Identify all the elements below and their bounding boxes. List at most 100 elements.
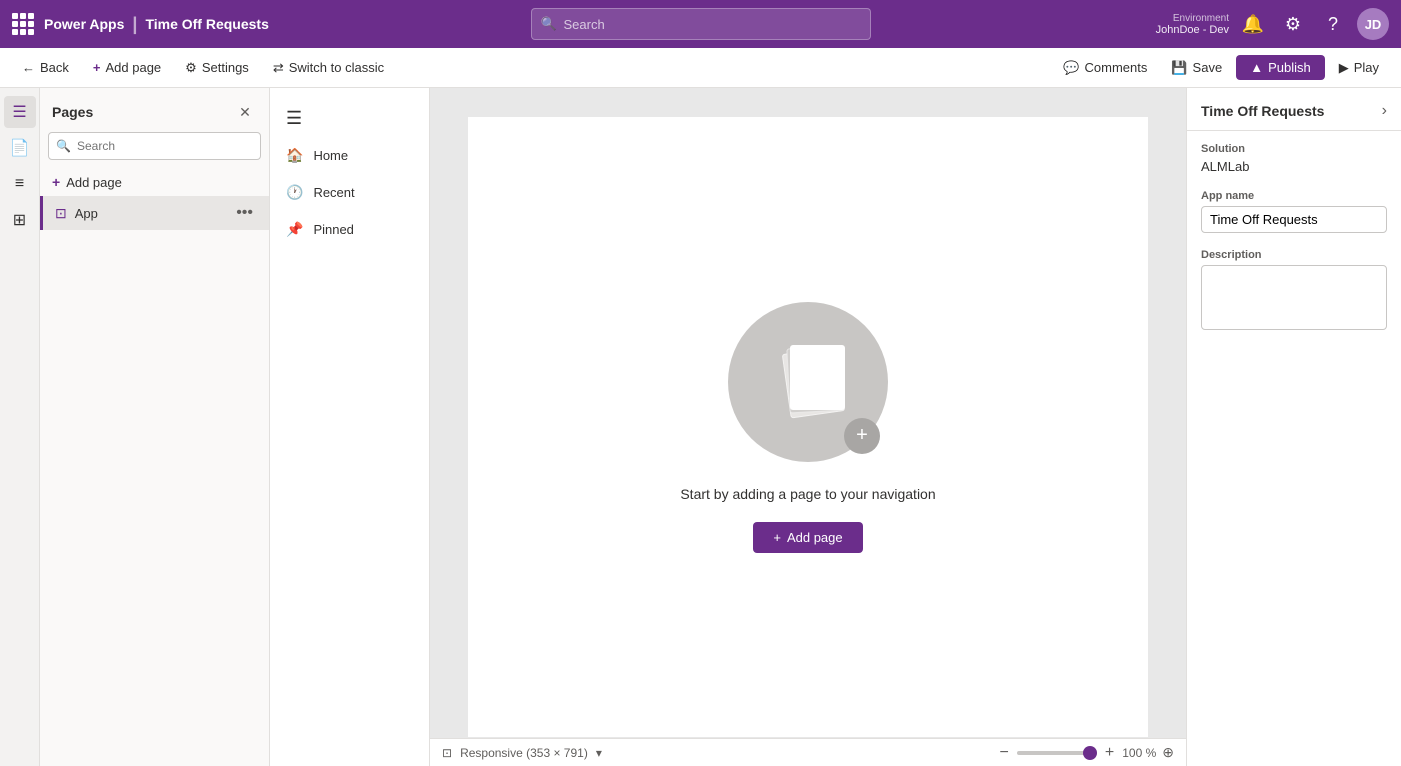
description-field-group: Description bbox=[1201, 249, 1387, 333]
solution-label: Solution bbox=[1201, 143, 1387, 155]
pages-close-button[interactable]: ✕ bbox=[233, 100, 257, 124]
toolbar: ← Back + Add page ⚙ Settings ⇄ Switch to… bbox=[0, 48, 1401, 88]
comments-label: Comments bbox=[1085, 60, 1148, 75]
app-logo: Power Apps | Time Off Requests bbox=[12, 13, 269, 35]
canvas-empty-illustration: ✦ ✦ ✦ ✦ + bbox=[728, 302, 888, 462]
pages-search-container: 🔍 bbox=[48, 132, 261, 160]
nav-item-pinned[interactable]: 📌 Pinned bbox=[270, 211, 429, 248]
switch-icon: ⇄ bbox=[273, 60, 284, 76]
responsive-label: Responsive (353 × 791) bbox=[460, 746, 588, 760]
pages-search-input[interactable] bbox=[48, 132, 261, 160]
top-nav: Power Apps | Time Off Requests 🔍 Environ… bbox=[0, 0, 1401, 48]
add-page-toolbar-button[interactable]: + Add page bbox=[83, 56, 171, 79]
pages-panel: Pages ✕ 🔍 + Add page ⊡ App ••• bbox=[40, 88, 270, 766]
add-icon: + bbox=[93, 60, 101, 75]
right-panel-body: Solution ALMLab App name Description bbox=[1187, 131, 1401, 361]
publish-button[interactable]: ▲ Publish bbox=[1236, 55, 1325, 80]
help-button[interactable]: ? bbox=[1317, 8, 1349, 40]
solution-field-group: Solution ALMLab bbox=[1201, 143, 1387, 174]
right-panel-header: Time Off Requests › bbox=[1187, 88, 1401, 131]
zoom-controls: − + 100 % ⊕ bbox=[998, 744, 1174, 762]
zoom-thumb bbox=[1083, 746, 1097, 760]
settings-icon: ⚙ bbox=[185, 60, 197, 76]
nav-preview: ☰ 🏠 Home 🕐 Recent 📌 Pinned bbox=[270, 88, 430, 766]
comments-icon: 💬 bbox=[1063, 60, 1079, 76]
nav-item-pinned-label: Pinned bbox=[313, 222, 353, 237]
page-item-more-button[interactable]: ••• bbox=[232, 202, 257, 224]
top-nav-right: Environment JohnDoe - Dev 🔔 ⚙ ? JD bbox=[1156, 8, 1389, 40]
canvas-empty-text: Start by adding a page to your navigatio… bbox=[680, 486, 935, 502]
toolbar-right: 💬 Comments 💾 Save ▲ Publish ▶ Play bbox=[1053, 55, 1389, 81]
notification-button[interactable]: 🔔 bbox=[1237, 8, 1269, 40]
canvas-add-page-button[interactable]: + Add page bbox=[753, 522, 862, 553]
pinned-icon: 📌 bbox=[286, 221, 303, 238]
nav-item-home[interactable]: 🏠 Home bbox=[270, 137, 429, 174]
sidebar-list-icon[interactable]: ≡ bbox=[4, 168, 36, 200]
nav-item-recent-label: Recent bbox=[313, 185, 354, 200]
app-name-input[interactable] bbox=[1201, 206, 1387, 233]
back-label: Back bbox=[40, 60, 69, 75]
publish-icon: ▲ bbox=[1250, 60, 1263, 75]
recent-icon: 🕐 bbox=[286, 184, 303, 201]
nav-item-recent[interactable]: 🕐 Recent bbox=[270, 174, 429, 211]
play-label: Play bbox=[1354, 60, 1379, 75]
publish-label: Publish bbox=[1268, 60, 1311, 75]
right-panel-title: Time Off Requests bbox=[1201, 103, 1324, 119]
sidebar-page-icon[interactable]: 📄 bbox=[4, 132, 36, 164]
page-item-icon: ⊡ bbox=[55, 205, 67, 222]
app-name-label: Time Off Requests bbox=[145, 16, 268, 32]
pages-stack bbox=[768, 342, 848, 422]
save-button[interactable]: 💾 Save bbox=[1161, 56, 1232, 80]
responsive-chevron[interactable]: ▾ bbox=[596, 746, 602, 760]
settings-button[interactable]: ⚙ Settings bbox=[175, 56, 259, 80]
nav-hamburger[interactable]: ☰ bbox=[270, 100, 429, 137]
pages-search-icon: 🔍 bbox=[56, 139, 71, 153]
app-name-field-group: App name bbox=[1201, 190, 1387, 233]
add-page-toolbar-label: Add page bbox=[106, 60, 162, 75]
page-item-app[interactable]: ⊡ App ••• bbox=[40, 196, 269, 230]
settings-label: Settings bbox=[202, 60, 249, 75]
play-button[interactable]: ▶ Play bbox=[1329, 55, 1389, 81]
solution-value: ALMLab bbox=[1201, 159, 1387, 174]
right-panel-expand-button[interactable]: › bbox=[1382, 102, 1387, 120]
global-search-input[interactable] bbox=[531, 8, 871, 40]
app-name-field-label: App name bbox=[1201, 190, 1387, 202]
zoom-slider[interactable] bbox=[1017, 751, 1097, 755]
zoom-out-button[interactable]: − bbox=[998, 744, 1011, 762]
sidebar-pages-icon[interactable]: ☰ bbox=[4, 96, 36, 128]
play-icon: ▶ bbox=[1339, 60, 1349, 76]
search-icon: 🔍 bbox=[541, 16, 557, 32]
responsive-icon: ⊡ bbox=[442, 746, 452, 760]
environment-label: Environment bbox=[1156, 13, 1229, 24]
back-icon: ← bbox=[22, 60, 35, 75]
environment-name: JohnDoe - Dev bbox=[1156, 24, 1229, 36]
canvas-add-icon: + bbox=[773, 530, 781, 545]
zoom-in-button[interactable]: + bbox=[1103, 744, 1116, 762]
switch-label: Switch to classic bbox=[289, 60, 384, 75]
stack-page-3 bbox=[790, 345, 845, 410]
nav-item-home-label: Home bbox=[313, 148, 348, 163]
home-icon: 🏠 bbox=[286, 147, 303, 164]
page-item-label: App bbox=[75, 206, 224, 221]
add-page-panel-icon: + bbox=[52, 174, 60, 190]
description-textarea[interactable] bbox=[1201, 265, 1387, 330]
grid-icon bbox=[12, 13, 34, 35]
add-page-panel-button[interactable]: + Add page bbox=[40, 168, 269, 196]
zoom-percent: 100 % bbox=[1122, 746, 1156, 760]
sidebar-data-icon[interactable]: ⊞ bbox=[4, 204, 36, 236]
fit-icon[interactable]: ⊕ bbox=[1162, 744, 1174, 761]
settings-icon-button[interactable]: ⚙ bbox=[1277, 8, 1309, 40]
icon-sidebar: ☰ 📄 ≡ ⊞ bbox=[0, 88, 40, 766]
pages-header: Pages ✕ bbox=[40, 88, 269, 132]
sparkle-2: ✦ bbox=[865, 304, 878, 324]
pages-panel-title: Pages bbox=[52, 104, 93, 120]
back-button[interactable]: ← Back bbox=[12, 56, 79, 79]
canvas-add-page-label: Add page bbox=[787, 530, 843, 545]
comments-button[interactable]: 💬 Comments bbox=[1053, 56, 1157, 80]
nav-separator: | bbox=[132, 14, 137, 35]
save-label: Save bbox=[1193, 60, 1223, 75]
status-bar: ⊡ Responsive (353 × 791) ▾ − + 100 % ⊕ bbox=[430, 738, 1186, 766]
switch-classic-button[interactable]: ⇄ Switch to classic bbox=[263, 56, 394, 80]
user-avatar[interactable]: JD bbox=[1357, 8, 1389, 40]
canvas-inner: ✦ ✦ ✦ ✦ + Start by adding a page to your… bbox=[468, 117, 1148, 737]
